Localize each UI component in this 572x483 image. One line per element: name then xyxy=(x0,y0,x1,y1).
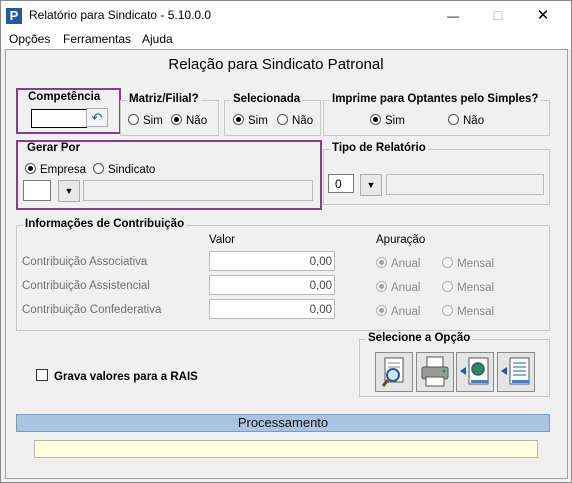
selecionada-sim-label: Sim xyxy=(248,115,268,127)
contrib-associativa-label: Contribuição Associativa xyxy=(22,256,148,268)
confederativa-anual-label: Anual xyxy=(391,306,421,318)
radio-dot-icon xyxy=(376,281,387,292)
selecionada-group: Selecionada Sim Não xyxy=(224,93,321,136)
menu-bar: Opções Ferramentas Ajuda xyxy=(1,31,571,49)
selecionada-nao-label: Não xyxy=(292,115,314,127)
associativa-mensal-label: Mensal xyxy=(457,258,495,270)
optantes-simples-group: Imprime para Optantes pelo Simples? Sim … xyxy=(323,93,550,136)
matriz-filial-label: Matriz/Filial? xyxy=(127,93,201,105)
radio-dot-icon xyxy=(370,114,381,125)
competencia-label: Competência xyxy=(26,91,103,103)
confederativa-mensal-radio: Mensal xyxy=(442,305,494,318)
gerar-empresa-label: Empresa xyxy=(40,164,87,176)
menu-opcoes[interactable]: Opções xyxy=(9,32,50,46)
assistencial-mensal-radio: Mensal xyxy=(442,281,494,294)
assistencial-anual-radio: Anual xyxy=(376,281,420,294)
export-document-icon xyxy=(501,357,530,385)
assistencial-mensal-label: Mensal xyxy=(457,282,495,294)
matriz-sim-radio[interactable]: Sim xyxy=(128,114,163,127)
matriz-filial-group: Matriz/Filial? Sim Não xyxy=(120,93,219,136)
preview-button[interactable] xyxy=(375,352,413,392)
printer-icon xyxy=(421,356,449,387)
tipo-relatorio-label: Tipo de Relatório xyxy=(330,142,428,154)
export-web-icon xyxy=(460,357,489,385)
radio-dot-icon xyxy=(25,163,36,174)
matriz-nao-label: Não xyxy=(186,115,208,127)
contrib-assistencial-label: Contribuição Assistencial xyxy=(22,280,150,292)
radio-dot-icon xyxy=(277,114,288,125)
chevron-down-icon: ▼ xyxy=(366,180,376,190)
gerar-dropdown-button[interactable]: ▼ xyxy=(58,180,80,202)
radio-dot-icon xyxy=(128,114,139,125)
export-web-button[interactable] xyxy=(456,352,494,392)
optantes-simples-label: Imprime para Optantes pelo Simples? xyxy=(330,93,541,105)
tipo-relatorio-input[interactable]: 0 xyxy=(328,174,354,193)
competencia-input[interactable] xyxy=(31,109,87,128)
matriz-nao-radio[interactable]: Não xyxy=(171,114,207,127)
optantes-nao-radio[interactable]: Não xyxy=(448,114,484,127)
radio-dot-icon xyxy=(233,114,244,125)
associativa-anual-label: Anual xyxy=(391,258,421,270)
processamento-header: Processamento xyxy=(16,414,550,432)
export-document-button[interactable] xyxy=(497,352,535,392)
menu-ajuda[interactable]: Ajuda xyxy=(142,32,173,46)
radio-dot-icon xyxy=(442,281,453,292)
valor-column-header: Valor xyxy=(209,234,235,246)
contrib-confederativa-label: Contribuição Confederativa xyxy=(22,304,162,316)
confederativa-mensal-label: Mensal xyxy=(457,306,495,318)
selecione-opcao-label: Selecione a Opção xyxy=(366,332,473,344)
gerar-sindicato-radio[interactable]: Sindicato xyxy=(93,163,155,176)
radio-dot-icon xyxy=(171,114,182,125)
contrib-confederativa-valor[interactable]: 0,00 xyxy=(209,299,335,319)
chevron-down-icon: ▼ xyxy=(64,186,74,196)
associativa-mensal-radio: Mensal xyxy=(442,257,494,270)
contrib-associativa-valor[interactable]: 0,00 xyxy=(209,251,335,271)
tipo-relatorio-descricao-field xyxy=(386,174,544,195)
assistencial-anual-label: Anual xyxy=(391,282,421,294)
radio-dot-icon xyxy=(376,305,387,316)
radio-dot-icon xyxy=(93,163,104,174)
page-title: Relação para Sindicato Patronal xyxy=(168,56,384,73)
gerar-por-label: Gerar Por xyxy=(25,142,83,154)
radio-dot-icon xyxy=(442,305,453,316)
minimize-button[interactable]: — xyxy=(430,1,476,31)
app-window: P Relatório para Sindicato - 5.10.0.0 — … xyxy=(0,0,572,483)
app-icon: P xyxy=(6,8,22,24)
close-button[interactable]: ✕ xyxy=(520,1,566,31)
apuracao-column-header: Apuração xyxy=(376,234,426,246)
tipo-relatorio-dropdown-button[interactable]: ▼ xyxy=(360,174,382,196)
competencia-reset-icon[interactable]: ↶ xyxy=(86,108,108,127)
form-client-area: Relação para Sindicato Patronal Competên… xyxy=(5,49,568,479)
grava-rais-checkbox[interactable]: Grava valores para a RAIS xyxy=(36,369,198,383)
window-title: Relatório para Sindicato - 5.10.0.0 xyxy=(29,8,212,22)
title-bar: P Relatório para Sindicato - 5.10.0.0 — … xyxy=(1,1,571,31)
checkbox-icon xyxy=(36,369,48,381)
radio-dot-icon xyxy=(448,114,459,125)
selecionada-nao-radio[interactable]: Não xyxy=(277,114,313,127)
optantes-sim-radio[interactable]: Sim xyxy=(370,114,405,127)
confederativa-anual-radio: Anual xyxy=(376,305,420,318)
gerar-descricao-field xyxy=(83,180,313,201)
radio-dot-icon xyxy=(442,257,453,268)
menu-ferramentas[interactable]: Ferramentas xyxy=(63,32,131,46)
maximize-button[interactable]: ☐ xyxy=(475,1,521,31)
optantes-sim-label: Sim xyxy=(385,115,405,127)
selecionada-label: Selecionada xyxy=(231,93,303,105)
selecionada-sim-radio[interactable]: Sim xyxy=(233,114,268,127)
preview-icon xyxy=(381,357,404,387)
gerar-empresa-radio[interactable]: Empresa xyxy=(25,163,86,176)
radio-dot-icon xyxy=(376,257,387,268)
processamento-status-field xyxy=(34,440,538,458)
matriz-sim-label: Sim xyxy=(143,115,163,127)
gerar-sindicato-label: Sindicato xyxy=(108,164,156,176)
print-button[interactable] xyxy=(416,352,454,392)
contrib-assistencial-valor[interactable]: 0,00 xyxy=(209,275,335,295)
contribuicao-label: Informações de Contribuição xyxy=(23,218,187,230)
gerar-codigo-input[interactable] xyxy=(23,180,51,201)
associativa-anual-radio: Anual xyxy=(376,257,420,270)
grava-rais-label: Grava valores para a RAIS xyxy=(54,371,198,383)
optantes-nao-label: Não xyxy=(463,115,485,127)
